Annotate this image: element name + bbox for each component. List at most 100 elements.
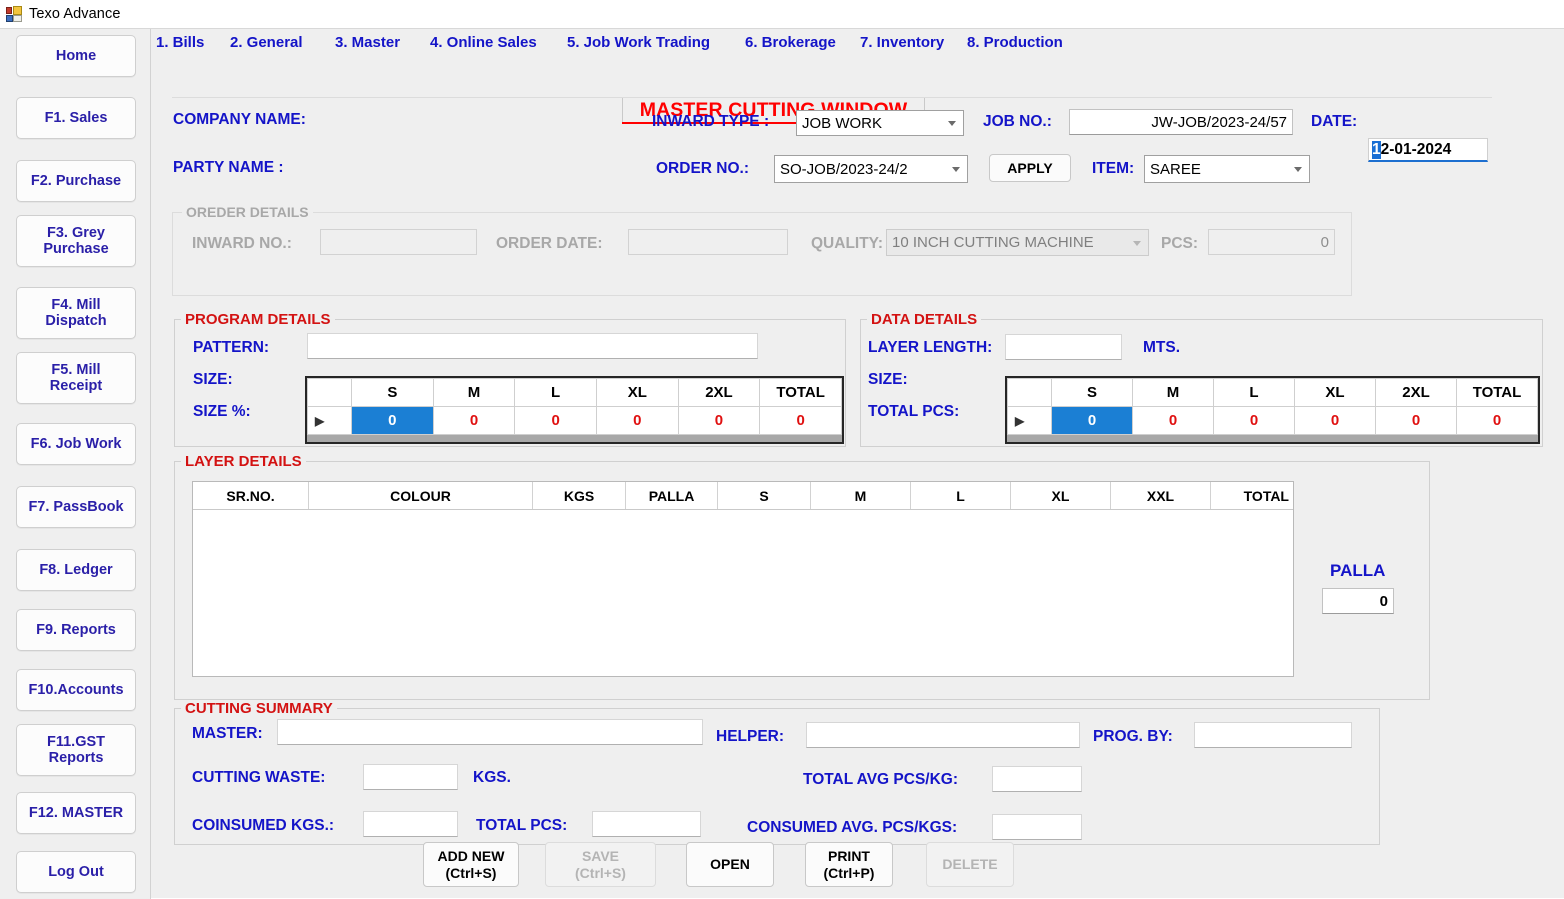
- master-label: MASTER:: [192, 725, 263, 742]
- menu-item-production[interactable]: 8. Production: [967, 34, 1063, 51]
- helper-label: HELPER:: [716, 728, 785, 745]
- layer-col-srno: SR.NO.: [193, 482, 309, 509]
- sidebar-item-f6-job-work[interactable]: F6. Job Work: [16, 423, 136, 465]
- coinsumed-kgs-field[interactable]: [363, 811, 458, 837]
- print-button[interactable]: PRINT (Ctrl+P): [805, 842, 893, 887]
- party-name-label: PARTY NAME :: [173, 159, 284, 176]
- pattern-field[interactable]: [307, 333, 758, 359]
- sidebar-item-f9-reports[interactable]: F9. Reports: [16, 609, 136, 651]
- menu-item-bills[interactable]: 1. Bills: [156, 34, 204, 51]
- date-field[interactable]: 1 2-01-2024: [1368, 138, 1488, 162]
- app-form-icon: [6, 6, 22, 22]
- consumed-avg-pcs-kgs-field[interactable]: [992, 814, 1082, 840]
- sidebar-item-f12-master[interactable]: F12. MASTER: [16, 792, 136, 834]
- order-no-select[interactable]: SO-JOB/2023-24/2: [774, 155, 968, 183]
- inward-type-label: INWARD TYPE :: [652, 113, 770, 130]
- layer-length-field[interactable]: [1005, 334, 1122, 360]
- master-field[interactable]: [277, 719, 703, 745]
- sidebar-item-f10-accounts[interactable]: F10.Accounts: [16, 669, 136, 711]
- data-cell-m[interactable]: 0: [1132, 406, 1214, 435]
- order-no-label: ORDER NO.:: [656, 160, 749, 177]
- program-size-grid[interactable]: S M L XL 2XL TOTAL ▶ 0 0 0 0 0 0: [305, 376, 844, 444]
- program-cell-total[interactable]: 0: [759, 406, 842, 435]
- prog-by-field[interactable]: [1194, 722, 1352, 748]
- sidebar-item-f11-gst-reports[interactable]: F11.GST Reports: [16, 724, 136, 776]
- table-row[interactable]: ▶ 0 0 0 0 0 0: [1007, 406, 1538, 435]
- sidebar-item-f1-sales[interactable]: F1. Sales: [16, 97, 136, 139]
- coinsumed-kgs-label: COINSUMED KGS.:: [192, 817, 335, 834]
- data-cell-xl[interactable]: 0: [1294, 406, 1376, 435]
- program-cell-xl[interactable]: 0: [595, 406, 679, 435]
- cutting-waste-field[interactable]: [363, 764, 458, 790]
- helper-field[interactable]: [806, 722, 1080, 748]
- job-no-field[interactable]: JW-JOB/2023-24/57: [1069, 109, 1293, 135]
- table-header-row: S M L XL 2XL TOTAL: [307, 378, 842, 407]
- table-header-row: S M L XL 2XL TOTAL: [1007, 378, 1538, 407]
- delete-button: DELETE: [926, 842, 1014, 887]
- data-cell-s[interactable]: 0: [1051, 406, 1133, 435]
- data-col-l: L: [1213, 378, 1295, 407]
- menu-item-job-work-trading[interactable]: 5. Job Work Trading: [567, 34, 710, 51]
- mts-label: MTS.: [1143, 339, 1181, 356]
- sidebar-item-home[interactable]: Home: [16, 35, 136, 77]
- summary-total-pcs-field[interactable]: [592, 811, 701, 837]
- party-name-field[interactable]: [330, 155, 630, 179]
- layer-length-label: LAYER LENGTH:: [868, 339, 993, 356]
- inward-type-select[interactable]: JOB WORK: [796, 110, 964, 136]
- menu-item-brokerage[interactable]: 6. Brokerage: [745, 34, 836, 51]
- open-button[interactable]: OPEN: [686, 842, 774, 887]
- sidebar-item-f7-passbook[interactable]: F7. PassBook: [16, 486, 136, 528]
- sidebar-item-f3-grey-purchase[interactable]: F3. Grey Purchase: [16, 215, 136, 267]
- layer-details-group-label: LAYER DETAILS: [181, 453, 306, 470]
- apply-button[interactable]: APPLY: [989, 154, 1071, 182]
- menu-item-general[interactable]: 2. General: [230, 34, 303, 51]
- total-avg-pcs-kg-field[interactable]: [992, 766, 1082, 792]
- order-date-label: ORDER DATE:: [496, 235, 603, 252]
- data-col-s: S: [1051, 378, 1133, 407]
- program-cell-s[interactable]: 0: [351, 406, 434, 435]
- item-select[interactable]: SAREE: [1144, 155, 1310, 183]
- add-new-button[interactable]: ADD NEW (Ctrl+S): [423, 842, 519, 887]
- layer-col-kgs: KGS: [533, 482, 626, 509]
- layer-col-xl: XL: [1011, 482, 1111, 509]
- data-cell-l[interactable]: 0: [1213, 406, 1295, 435]
- inward-no-label: INWARD NO.:: [192, 235, 292, 252]
- data-size-label: SIZE:: [868, 371, 908, 388]
- data-col-rowhdr: [1007, 378, 1052, 407]
- layer-details-grid[interactable]: SR.NO. COLOUR KGS PALLA S M L XL XXL TOT…: [192, 481, 1294, 677]
- cutting-waste-label: CUTTING WASTE:: [192, 769, 326, 786]
- menu-item-online-sales[interactable]: 4. Online Sales: [430, 34, 537, 51]
- row-selector-icon[interactable]: ▶: [1007, 406, 1052, 435]
- row-selector-icon[interactable]: ▶: [307, 406, 352, 435]
- inward-type-value: JOB WORK: [802, 114, 883, 132]
- prog-by-label: PROG. BY:: [1093, 728, 1173, 745]
- data-size-grid[interactable]: S M L XL 2XL TOTAL ▶ 0 0 0 0 0 0: [1005, 376, 1540, 444]
- data-cell-total[interactable]: 0: [1456, 406, 1538, 435]
- grid-filler: [1007, 435, 1538, 442]
- program-cell-m[interactable]: 0: [432, 406, 516, 435]
- menu-item-master[interactable]: 3. Master: [335, 34, 400, 51]
- palla-label: PALLA: [1330, 561, 1386, 580]
- cutting-summary-group-label: CUTTING SUMMARY: [181, 700, 337, 717]
- sidebar-item-f5-mill-receipt[interactable]: F5. Mill Receipt: [16, 352, 136, 404]
- menu-item-inventory[interactable]: 7. Inventory: [860, 34, 944, 51]
- table-row[interactable]: ▶ 0 0 0 0 0 0: [307, 406, 842, 435]
- window-title: Texo Advance: [29, 6, 121, 22]
- sidebar-item-log-out[interactable]: Log Out: [16, 851, 136, 893]
- layer-col-palla: PALLA: [626, 482, 718, 509]
- program-cell-2xl[interactable]: 0: [677, 406, 761, 435]
- sidebar-item-f8-ledger[interactable]: F8. Ledger: [16, 549, 136, 591]
- company-name-label: COMPANY NAME:: [173, 111, 306, 128]
- sidebar-item-f4-mill-dispatch[interactable]: F4. Mill Dispatch: [16, 287, 136, 339]
- company-name-field[interactable]: [330, 107, 630, 131]
- data-col-2xl: 2XL: [1375, 378, 1457, 407]
- program-cell-l[interactable]: 0: [514, 406, 597, 435]
- layer-col-m: M: [811, 482, 911, 509]
- layer-col-xxl: XXL: [1111, 482, 1211, 509]
- program-col-rowhdr: [307, 378, 352, 407]
- palla-field[interactable]: 0: [1322, 588, 1394, 614]
- sidebar-item-f2-purchase[interactable]: F2. Purchase: [16, 160, 136, 202]
- data-cell-2xl[interactable]: 0: [1375, 406, 1457, 435]
- chevron-down-icon: [952, 167, 960, 172]
- kgs-label: KGS.: [473, 769, 511, 786]
